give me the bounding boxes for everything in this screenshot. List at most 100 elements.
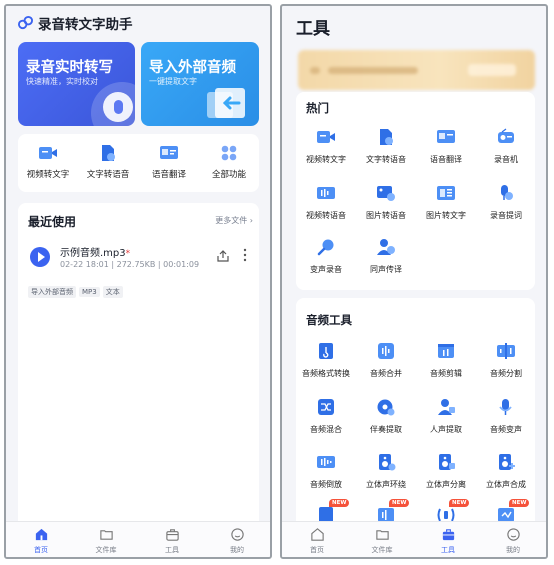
import-files-icon: [207, 88, 245, 118]
tool-audio-merge[interactable]: 音频合并: [356, 342, 416, 379]
tab-tools[interactable]: 工具: [418, 527, 478, 555]
tool-accompaniment-extract[interactable]: 伴奏提取: [356, 398, 416, 435]
stereo-split-icon: [439, 454, 455, 470]
quick-actions: 视频转文字 文字转语音 语音翻译 全部功能: [18, 134, 259, 192]
tool-stereo-split[interactable]: 立体声分离: [416, 453, 476, 490]
new-badge: NEW: [329, 499, 350, 507]
image-text-icon: [437, 186, 455, 200]
tool-image-to-text[interactable]: 图片转文字: [416, 184, 476, 221]
realtime-transcribe-subtitle: 快速精准，实时校对: [26, 77, 98, 86]
accompaniment-icon: [377, 399, 395, 416]
translate-icon: [437, 130, 455, 143]
bottom-tab-bar: 首页 文件库 工具 我的: [282, 521, 546, 557]
promo-banner[interactable]: [298, 50, 535, 90]
recent-file-meta: 02-22 18:01 | 272.75KB | 00:01:09: [60, 260, 200, 269]
audio-tools-section: 音频工具 音频格式转换 音频合并 音频剪辑 音频分割 音频混合 伴奏提取 人声提…: [296, 298, 535, 538]
tool-stereo-surround[interactable]: 立体声环绕: [356, 453, 416, 490]
new-badge: NEW: [389, 499, 410, 507]
tool-audio-cut[interactable]: 音频剪辑: [416, 342, 476, 379]
realtime-transcribe-title: 录音实时转写: [26, 60, 113, 76]
new-badge: NEW: [509, 499, 530, 507]
page-title: 工具: [296, 19, 330, 39]
video-icon: [317, 131, 335, 143]
tool-audio-split[interactable]: 音频分割: [476, 342, 536, 379]
stereo-merge-icon: [499, 454, 515, 470]
promo-button-blur: [468, 64, 516, 76]
more-vertical-icon[interactable]: [242, 248, 248, 262]
profile-icon: [506, 528, 520, 541]
translate-icon: [160, 146, 178, 159]
tool-audio-mix[interactable]: 音频混合: [296, 398, 356, 435]
share-icon[interactable]: [217, 250, 229, 262]
tool-video-to-audio[interactable]: 视频转语音: [296, 184, 356, 221]
tools-screen: 工具 热门 视频转文字 文字转语音 语音翻译 录音机 视频转语音 图片转语音 图…: [280, 4, 548, 559]
format-convert-icon: [319, 343, 333, 359]
voice-change-icon: [317, 239, 334, 256]
tool-stereo-merge[interactable]: 立体声合成: [476, 453, 536, 490]
vocal-extract-icon: [438, 399, 455, 415]
home-icon: [35, 528, 47, 541]
folder-icon: [99, 530, 113, 540]
recent-file-name[interactable]: 示例音频.mp3*: [60, 244, 130, 259]
promo-text-blur: [328, 67, 418, 74]
image-audio-icon: [377, 186, 395, 201]
tool-image-to-audio[interactable]: 图片转语音: [356, 184, 416, 221]
promo-icon: [310, 67, 320, 74]
tab-home[interactable]: 首页: [11, 527, 71, 555]
document-audio-icon: [102, 145, 115, 161]
document-audio-icon: [380, 129, 393, 145]
tool-recorder[interactable]: 录音机: [476, 128, 536, 165]
tool-text-to-speech[interactable]: 文字转语音: [356, 128, 416, 165]
tab-file-library[interactable]: 文件库: [76, 527, 136, 555]
app-header: 录音转文字助手: [6, 6, 270, 40]
tab-home[interactable]: 首页: [287, 527, 347, 555]
tag-format: MP3: [79, 287, 100, 297]
import-audio-card[interactable]: 导入外部音频 一键提取文字: [141, 42, 259, 126]
audio-reverse-icon: [317, 456, 335, 468]
tool-audio-format-convert[interactable]: 音频格式转换: [296, 342, 356, 379]
import-audio-subtitle: 一键提取文字: [149, 77, 197, 86]
audio-section-title: 音频工具: [306, 313, 352, 327]
tool-audio-voice-change[interactable]: 音频变声: [476, 398, 536, 435]
file-tags: 导入外部音频 MP3 文本: [28, 279, 126, 298]
home-icon: [310, 528, 324, 541]
app-title: 录音转文字助手: [38, 17, 133, 33]
recent-title: 最近使用: [28, 215, 77, 229]
realtime-transcribe-card[interactable]: 录音实时转写 快速精准，实时校对: [18, 42, 135, 126]
hot-tools-section: 热门 视频转文字 文字转语音 语音翻译 录音机 视频转语音 图片转语音 图片转文…: [296, 92, 535, 290]
recent-section: 最近使用 更多文件 › 示例音频.mp3* 02-22 18:01 | 272.…: [18, 203, 259, 533]
tool-audio-reverse[interactable]: 音频倒放: [296, 453, 356, 490]
more-files-link[interactable]: 更多文件 ›: [215, 215, 253, 226]
play-button[interactable]: [30, 247, 50, 267]
profile-icon: [230, 528, 244, 541]
quick-text-to-speech[interactable]: 文字转语音: [78, 144, 138, 180]
teleprompter-icon: [501, 185, 513, 200]
quick-all-features[interactable]: 全部功能: [199, 144, 259, 180]
audio-mix-icon: [318, 399, 334, 415]
stereo-surround-icon: [379, 454, 396, 471]
video-icon: [39, 147, 57, 159]
tab-tools[interactable]: 工具: [142, 527, 202, 555]
quick-video-to-text[interactable]: 视频转文字: [18, 144, 78, 180]
tool-simultaneous-interpretation[interactable]: 同声传译: [356, 238, 416, 275]
tab-file-library[interactable]: 文件库: [352, 527, 412, 555]
tool-teleprompter[interactable]: 录音提词: [476, 184, 536, 221]
interpreter-icon: [377, 239, 395, 255]
home-screen: 录音转文字助手 录音实时转写 快速精准，实时校对 导入外部音频 一键提取文字 视…: [4, 4, 272, 559]
tool-voice-translate[interactable]: 语音翻译: [416, 128, 476, 165]
tool-video-to-text[interactable]: 视频转文字: [296, 128, 356, 165]
new-badge: NEW: [449, 499, 470, 507]
recorder-icon: [498, 128, 514, 143]
tool-vocal-extract[interactable]: 人声提取: [416, 398, 476, 435]
tab-profile[interactable]: 我的: [483, 527, 543, 555]
audio-cut-icon: [438, 344, 454, 358]
grid-icon: [221, 145, 237, 161]
audio-voice-change-icon: [499, 399, 512, 415]
tool-voice-change-record[interactable]: 变声录音: [296, 238, 356, 275]
import-audio-title: 导入外部音频: [149, 60, 236, 76]
tab-profile[interactable]: 我的: [207, 527, 267, 555]
toolbox-icon: [442, 529, 454, 541]
quick-voice-translate[interactable]: 语音翻译: [139, 144, 199, 180]
tag-source: 导入外部音频: [28, 286, 76, 298]
app-logo-icon: [18, 15, 33, 30]
